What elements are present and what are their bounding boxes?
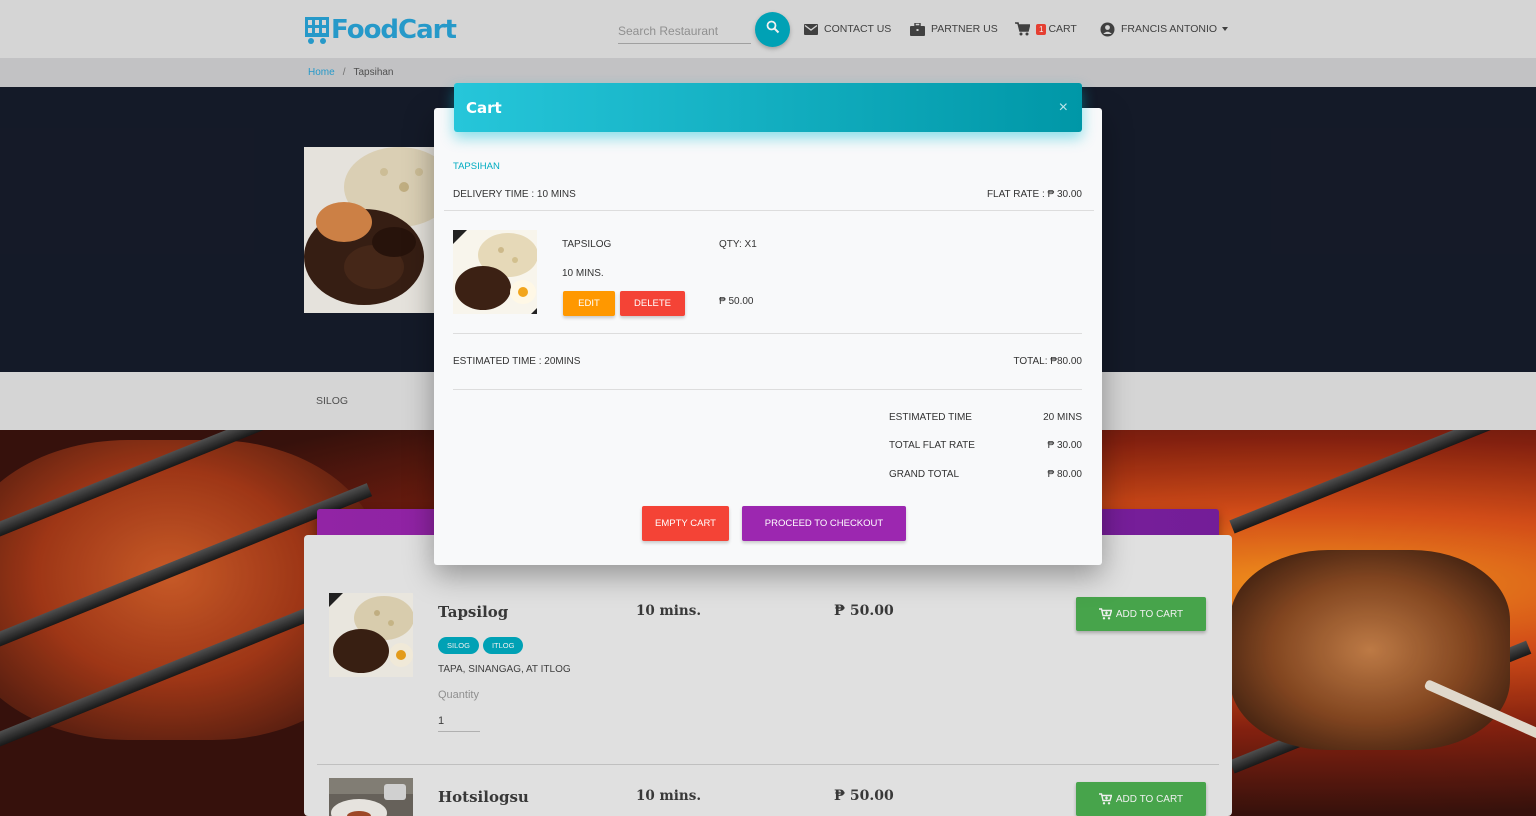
divider (444, 210, 1094, 211)
cart-item-qty: QTY: X1 (719, 239, 757, 250)
divider (453, 333, 1082, 334)
cart-item-image (453, 230, 537, 314)
modal-header: Cart × (454, 83, 1082, 132)
proceed-to-checkout-button[interactable]: PROCEED TO CHECKOUT (742, 506, 906, 541)
delete-button[interactable]: DELETE (620, 291, 685, 316)
cart-item-price: ₱ 50.00 (719, 296, 754, 307)
divider (453, 389, 1082, 390)
close-icon[interactable]: × (1059, 99, 1068, 117)
summary-est-label: ESTIMATED TIME (889, 412, 972, 423)
summary-flat-label: TOTAL FLAT RATE (889, 440, 975, 451)
flat-rate: FLAT RATE : ₱ 30.00 (986, 189, 1082, 200)
empty-cart-button[interactable]: EMPTY CART (642, 506, 729, 541)
cart-modal: Cart × TAPSIHAN DELIVERY TIME : 10 MINS … (434, 83, 1102, 565)
summary-grand-label: GRAND TOTAL (889, 469, 960, 480)
cart-item-time: 10 MINS. (562, 268, 604, 279)
restaurant-total: TOTAL: ₱80.00 (1013, 356, 1082, 367)
edit-button[interactable]: EDIT (563, 291, 615, 316)
summary-grand-value: ₱ 80.00 (1047, 469, 1082, 480)
summary-est-value: 20 MINS (1043, 412, 1082, 423)
modal-title: Cart (466, 99, 502, 117)
cart-restaurant-name[interactable]: TAPSIHAN (453, 161, 500, 172)
cart-item-name: TAPSILOG (562, 239, 612, 250)
delivery-time: DELIVERY TIME : 10 MINS (453, 189, 576, 200)
summary-flat-value: ₱ 30.00 (1047, 440, 1082, 451)
estimated-time: ESTIMATED TIME : 20MINS (453, 356, 581, 367)
